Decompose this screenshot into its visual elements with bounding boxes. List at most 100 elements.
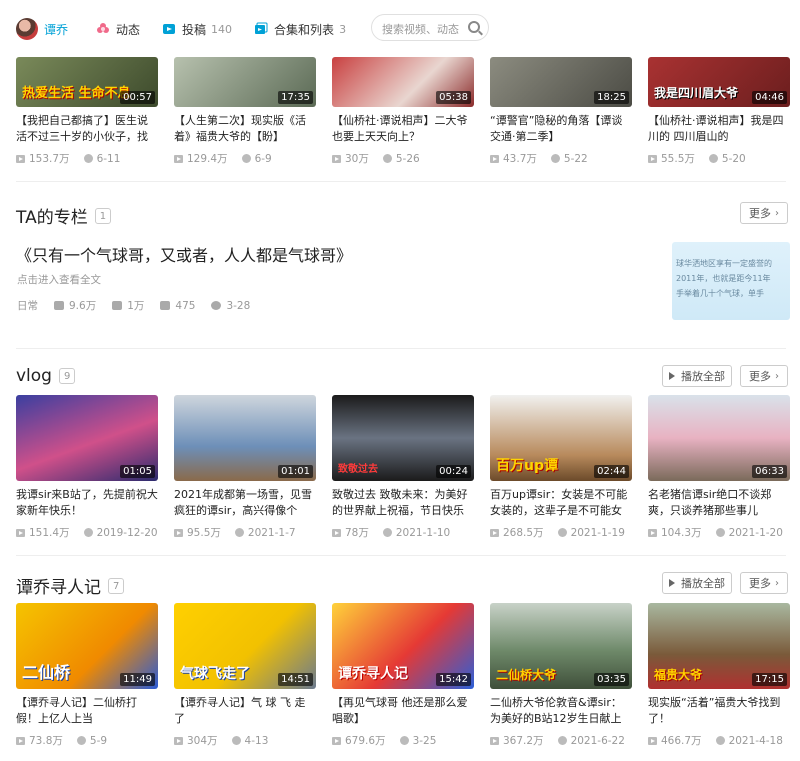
video-duration: 03:35 xyxy=(594,673,629,686)
video-thumbnail[interactable]: 05:38 xyxy=(332,57,474,107)
video-card[interactable]: 百万up谭 02:44 百万up谭sir：女装是不可能女装的，这辈子是不可能女装… xyxy=(490,395,632,540)
video-title[interactable]: 【仙桥社·谭说相声】我是四川的 四川眉山的 xyxy=(648,113,790,145)
video-meta: 129.4万 6-9 xyxy=(174,151,316,166)
video-title[interactable]: 【仙桥社·谭说相声】二大爷也要上天天向上？ xyxy=(332,113,474,145)
thumbnail-caption: 二仙桥大爷 xyxy=(496,668,557,682)
video-thumbnail[interactable]: 致敬过去 00:24 xyxy=(332,395,474,481)
video-card[interactable]: 18:25 “谭警官”隐秘的角落【谭谈交通·第二季】 43.7万 5-22 xyxy=(490,57,632,166)
video-thumbnail[interactable]: 二仙桥 11:49 xyxy=(16,603,158,689)
video-duration: 00:57 xyxy=(120,91,155,104)
video-thumbnail[interactable]: 热爱生活 生命不息 00:57 xyxy=(16,57,158,107)
video-title[interactable]: 百万up谭sir：女装是不可能女装的，这辈子是不可能女装 xyxy=(490,487,632,519)
clock-icon xyxy=(382,154,392,163)
play-all-button[interactable]: 播放全部 xyxy=(662,572,732,594)
video-title[interactable]: 现实版“活着”福贵大爷找到了！ xyxy=(648,695,790,727)
video-title[interactable]: 名老猪信谭sir绝口不谈郑爽，只谈养猪那些事儿 xyxy=(648,487,790,519)
play-count-icon xyxy=(490,528,499,537)
view-count: 367.2万 xyxy=(503,735,544,747)
video-duration: 11:49 xyxy=(120,673,155,686)
eye-icon xyxy=(54,301,64,310)
video-meta: 679.6万 3-25 xyxy=(332,733,474,748)
video-duration: 01:05 xyxy=(120,465,155,478)
more-button[interactable]: 更多 › xyxy=(740,572,788,594)
video-card[interactable]: 17:35 【人生第二次】现实版《活着》福贵大爷的【盼】 129.4万 6-9 xyxy=(174,57,316,166)
video-card[interactable]: 05:38 【仙桥社·谭说相声】二大爷也要上天天向上？ 30万 5-26 xyxy=(332,57,474,166)
video-card[interactable]: 热爱生活 生命不息 00:57 【我把自己都搞了】医生说活不过三十岁的小伙子，找… xyxy=(16,57,158,166)
search-input[interactable]: 搜索视频、动态 xyxy=(371,14,489,41)
video-thumbnail[interactable]: 福贵大爷 17:15 xyxy=(648,603,790,689)
play-all-button[interactable]: 播放全部 xyxy=(662,365,732,387)
video-card[interactable]: 气球飞走了 14:51 【谭乔寻人记】气 球 飞 走 了 304万 4-13 xyxy=(174,603,316,748)
video-card[interactable]: 01:05 我谭sir来B站了，先提前祝大家新年快乐！ 151.4万 2019-1… xyxy=(16,395,158,540)
video-title[interactable]: 我谭sir来B站了，先提前祝大家新年快乐！ xyxy=(16,487,158,519)
video-meta: 268.5万 2021-1-19 xyxy=(490,525,632,540)
video-title[interactable]: “谭警官”隐秘的角落【谭谈交通·第二季】 xyxy=(490,113,632,145)
video-title[interactable]: 【我把自己都搞了】医生说活不过三十岁的小伙子，找到 xyxy=(16,113,158,145)
video-card[interactable]: 福贵大爷 17:15 现实版“活着”福贵大爷找到了！ 466.7万 2021-4-… xyxy=(648,603,790,748)
more-button[interactable]: 更多 › xyxy=(740,365,788,387)
video-meta: 367.2万 2021-6-22 xyxy=(490,733,632,748)
video-thumbnail[interactable]: 我是四川眉大爷 04:46 xyxy=(648,57,790,107)
play-count-icon xyxy=(490,736,499,745)
video-card[interactable]: 06:33 名老猪信谭sir绝口不谈郑爽，只谈养猪那些事儿 104.3万 2021… xyxy=(648,395,790,540)
article-subtitle[interactable]: 点击进入查看全文 xyxy=(17,272,101,287)
video-title[interactable]: 2021年成都第一场雪，见雪疯狂的谭sir，高兴得像个娃… xyxy=(174,487,316,519)
article-comments: 475 xyxy=(175,299,196,312)
play-count-icon xyxy=(648,528,657,537)
clock-icon xyxy=(382,528,392,537)
video-thumbnail[interactable]: 二仙桥大爷 03:35 xyxy=(490,603,632,689)
video-thumbnail[interactable]: 01:01 xyxy=(174,395,316,481)
play-count-icon xyxy=(16,736,25,745)
divider xyxy=(16,181,786,182)
comment-icon xyxy=(160,301,171,310)
video-thumbnail[interactable]: 气球飞走了 14:51 xyxy=(174,603,316,689)
video-duration: 18:25 xyxy=(594,91,629,104)
video-thumbnail[interactable]: 06:33 xyxy=(648,395,790,481)
nav-item-collections[interactable]: 合集和列表 3 xyxy=(254,21,346,38)
video-title[interactable]: 【人生第二次】现实版《活着》福贵大爷的【盼】 xyxy=(174,113,316,145)
article-date: 3-28 xyxy=(226,299,251,312)
video-meta: 95.5万 2021-1-7 xyxy=(174,525,316,540)
clock-icon xyxy=(83,154,93,163)
section-title-column: TA的专栏 1 xyxy=(16,203,112,228)
video-meta: 55.5万 5-20 xyxy=(648,151,790,166)
video-meta: 43.7万 5-22 xyxy=(490,151,632,166)
upload-date: 6-11 xyxy=(96,152,121,165)
play-count-icon xyxy=(174,736,183,745)
video-card[interactable]: 我是四川眉大爷 04:46 【仙桥社·谭说相声】我是四川的 四川眉山的 55.5… xyxy=(648,57,790,166)
article-cover[interactable]: 球华洒地区享有一定盛誉的 2011年，也就是距今11年 手举着几十个气球，单手 xyxy=(672,242,790,320)
video-title[interactable]: 【再见气球哥 他还是那么爱唱歌】 xyxy=(332,695,474,727)
clock-icon xyxy=(83,528,93,537)
video-thumbnail[interactable]: 18:25 xyxy=(490,57,632,107)
avatar[interactable] xyxy=(16,18,38,40)
video-card[interactable]: 致敬过去 00:24 致敬过去 致敬未来：为美好的世界献上祝福，节日快乐 78万… xyxy=(332,395,474,540)
divider xyxy=(16,555,786,556)
chevron-right-icon: › xyxy=(775,207,779,219)
nav-item-uploads[interactable]: 投稿 140 xyxy=(162,21,232,38)
video-duration: 14:51 xyxy=(278,673,313,686)
video-card[interactable]: 谭乔寻人记 15:42 【再见气球哥 他还是那么爱唱歌】 679.6万 3-25 xyxy=(332,603,474,748)
video-title[interactable]: 致敬过去 致敬未来：为美好的世界献上祝福，节日快乐 xyxy=(332,487,474,519)
video-title[interactable]: 二仙桥大爷伦敦音&谭sir：为美好的B站12岁生日献上祝 xyxy=(490,695,632,727)
nav-item-dynamic[interactable]: 动态 xyxy=(96,21,140,38)
article-title[interactable]: 《只有一个气球哥，又或者，人人都是气球哥》 xyxy=(16,242,352,266)
video-title[interactable]: 【谭乔寻人记】二仙桥打假！上亿人上当 xyxy=(16,695,158,727)
video-card[interactable]: 二仙桥 11:49 【谭乔寻人记】二仙桥打假！上亿人上当 73.8万 5-9 xyxy=(16,603,158,748)
video-thumbnail[interactable]: 百万up谭 02:44 xyxy=(490,395,632,481)
nav-count: 140 xyxy=(211,22,233,36)
video-title[interactable]: 【谭乔寻人记】气 球 飞 走 了 xyxy=(174,695,316,727)
user-name[interactable]: 谭乔 xyxy=(44,21,68,38)
video-thumbnail[interactable]: 谭乔寻人记 15:42 xyxy=(332,603,474,689)
more-button[interactable]: 更多 › xyxy=(740,202,788,224)
search-icon[interactable] xyxy=(468,21,480,33)
upload-date: 5-9 xyxy=(89,734,108,747)
video-thumbnail[interactable]: 01:05 xyxy=(16,395,158,481)
video-card[interactable]: 二仙桥大爷 03:35 二仙桥大爷伦敦音&谭sir：为美好的B站12岁生日献上祝… xyxy=(490,603,632,748)
video-thumbnail[interactable]: 17:35 xyxy=(174,57,316,107)
video-card[interactable]: 01:01 2021年成都第一场雪，见雪疯狂的谭sir，高兴得像个娃… 95.5… xyxy=(174,395,316,540)
play-count-icon xyxy=(332,528,341,537)
video-meta: 104.3万 2021-1-20 xyxy=(648,525,790,540)
play-count-icon xyxy=(648,736,657,745)
video-duration: 17:35 xyxy=(278,91,313,104)
search-placeholder: 搜索视频、动态 xyxy=(382,23,459,36)
